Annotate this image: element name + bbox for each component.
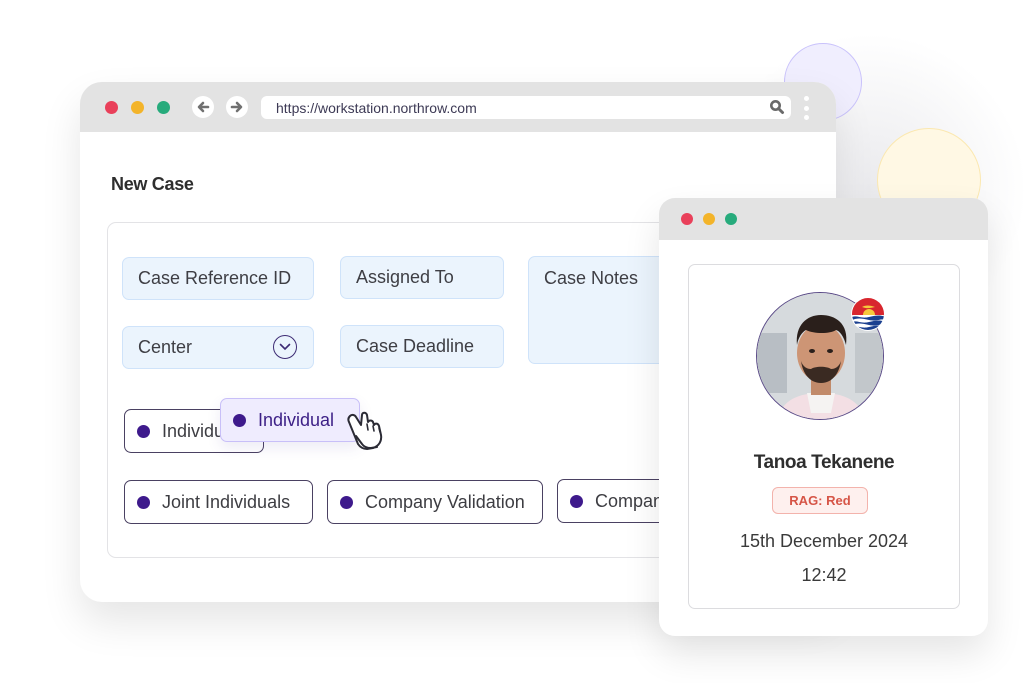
dragged-case-type-chip[interactable]: Individual <box>220 398 360 442</box>
bullet-icon <box>570 494 583 508</box>
kiribati-flag-icon <box>851 297 885 331</box>
assigned-to-field[interactable]: Assigned To <box>340 256 504 299</box>
bullet-icon <box>233 413 246 427</box>
back-button[interactable] <box>192 96 214 118</box>
window-maximize-button[interactable] <box>725 213 737 225</box>
browser-toolbar: https://workstation.northrow.com <box>80 82 836 132</box>
window-close-button[interactable] <box>105 101 118 114</box>
window-maximize-button[interactable] <box>157 101 170 114</box>
window-minimize-button[interactable] <box>703 213 715 225</box>
chevron-down-icon[interactable] <box>273 335 297 359</box>
case-type-joint-individuals[interactable]: Joint Individuals <box>124 480 313 524</box>
bullet-icon <box>137 424 150 438</box>
window-close-button[interactable] <box>681 213 693 225</box>
kebab-menu-icon[interactable] <box>803 96 809 120</box>
center-select[interactable]: Center <box>122 326 314 369</box>
url-text: https://workstation.northrow.com <box>276 99 477 116</box>
case-reference-id-field[interactable]: Case Reference ID <box>122 257 314 300</box>
bullet-icon <box>137 495 150 509</box>
case-type-label: Company Validation <box>365 491 525 512</box>
hand-cursor-icon <box>347 411 383 450</box>
case-type-label: Joint Individuals <box>162 491 291 512</box>
case-type-company-validation[interactable]: Company Validation <box>327 480 543 524</box>
profile-card: Tanoa Tekanene RAG: Red 15th December 20… <box>688 264 960 609</box>
rag-status-badge: RAG: Red <box>772 487 868 514</box>
bullet-icon <box>340 495 353 509</box>
forward-button[interactable] <box>226 96 248 118</box>
case-date: 15th December 2024 <box>739 531 909 551</box>
forward-arrow-icon <box>230 101 243 113</box>
card-window-toolbar <box>659 198 988 240</box>
center-select-label: Center <box>138 337 193 357</box>
search-icon[interactable] <box>769 99 785 115</box>
person-name: Tanoa Tekanene <box>753 452 895 473</box>
case-deadline-field[interactable]: Case Deadline <box>340 325 504 368</box>
back-arrow-icon <box>197 101 210 113</box>
case-time: 12:42 <box>801 565 847 585</box>
profile-card-window: Tanoa Tekanene RAG: Red 15th December 20… <box>659 198 988 636</box>
window-minimize-button[interactable] <box>131 101 144 114</box>
dragged-chip-label: Individual <box>258 409 335 430</box>
page-title: New Case <box>111 174 194 194</box>
address-bar[interactable]: https://workstation.northrow.com <box>261 96 791 119</box>
